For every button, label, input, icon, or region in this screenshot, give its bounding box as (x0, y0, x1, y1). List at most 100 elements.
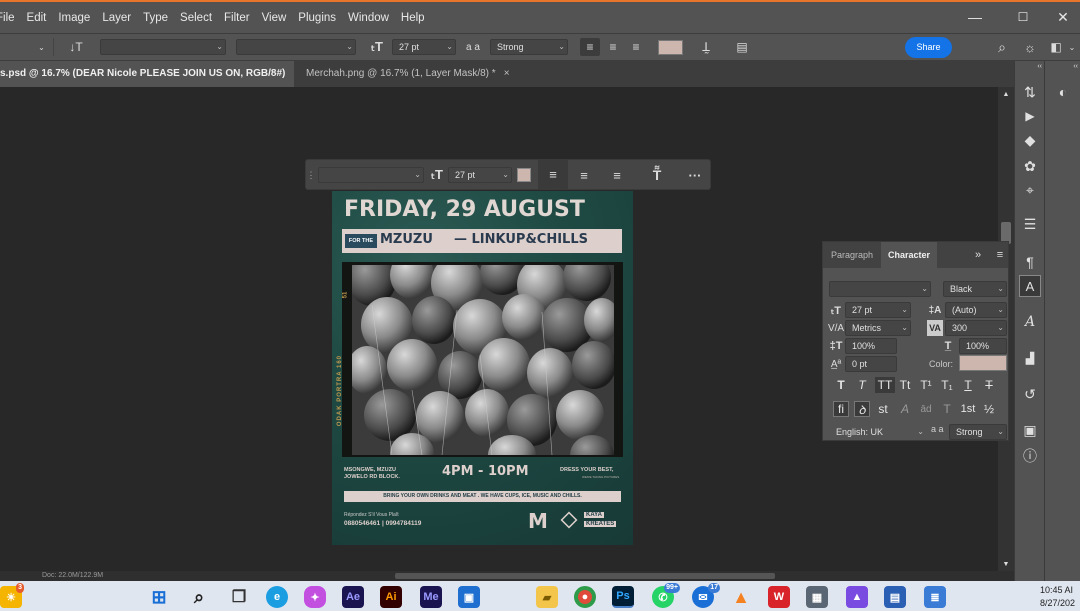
align-right-button[interactable]: ≡ (604, 165, 630, 185)
color-panel-icon[interactable]: ◐ (1045, 81, 1080, 103)
font-size-field[interactable]: 27 pt ⌄ (845, 302, 911, 318)
align-center-button[interactable]: ≡ (603, 38, 623, 56)
panel-menu-icon[interactable]: ≡ (993, 246, 1007, 264)
app-icon[interactable]: ▤ (884, 586, 906, 608)
adjust-icon[interactable]: ⇅ (1015, 81, 1045, 103)
stylistic-alternates-button[interactable]: ād (918, 401, 934, 417)
tab-character[interactable]: Character (881, 242, 937, 268)
more-options-icon[interactable]: ··· (684, 165, 706, 185)
menu-type[interactable]: Type (137, 3, 174, 33)
align-center-button[interactable]: ≡ (571, 165, 597, 185)
collapse-panels-icon[interactable]: ‹‹ (1045, 61, 1080, 71)
underline-button[interactable]: T (960, 377, 976, 393)
layers-icon[interactable]: ◆ (1015, 129, 1045, 151)
search-icon[interactable]: ⌕ (992, 38, 1012, 56)
baseline-shift-field[interactable]: 0 pt (845, 356, 897, 372)
navigator-icon[interactable]: ▣ (1015, 419, 1045, 441)
vertical-scale-field[interactable]: 100% (845, 338, 897, 354)
gallery-icon[interactable]: ▲ (846, 586, 868, 608)
info-icon[interactable]: ⓘ (1015, 445, 1045, 467)
color-swatch[interactable] (959, 355, 1007, 371)
font-size-dropdown[interactable]: 27 pt ⌄ (448, 167, 512, 183)
menu-filter[interactable]: Filter (218, 3, 256, 33)
menu-edit[interactable]: Edit (21, 3, 53, 33)
share-button[interactable]: Share (905, 37, 952, 58)
illustrator-icon[interactable]: Ai (380, 586, 402, 608)
warp-text-icon[interactable]: ꓕ̰ (696, 38, 716, 56)
font-size-dropdown[interactable]: 27 pt ⌄ (392, 39, 456, 55)
menu-layer[interactable]: Layer (96, 3, 137, 33)
tool-presets-icon[interactable]: ▟ (1015, 347, 1045, 369)
menu-file[interactable]: File (0, 3, 21, 33)
tab-active-document[interactable]: s.psd @ 16.7% (DEAR Nicole PLEASE JOIN U… (0, 61, 294, 105)
calculator-icon[interactable]: ▦ (806, 586, 828, 608)
history-icon[interactable]: ↺ (1015, 383, 1045, 405)
small-caps-button[interactable]: Tt (897, 377, 913, 393)
ligatures-button[interactable]: fi (833, 401, 849, 417)
discretionary-ligatures-button[interactable]: st (875, 401, 891, 417)
font-style-dropdown[interactable]: Black ⌄ (943, 281, 1007, 297)
anti-alias-dropdown[interactable]: Strong ⌄ (949, 424, 1007, 440)
tab-merchah-document[interactable]: Merchah.png @ 16.7% (1, Layer Mask/8) * × (302, 61, 522, 87)
font-style-dropdown[interactable]: ⌄ (236, 39, 356, 55)
horizontal-scrollbar[interactable]: Doc: 22.0M/122.9M (0, 571, 1014, 581)
tracking-field[interactable]: 300 ⌄ (945, 320, 1007, 336)
text-orientation-icon[interactable]: ↓T (66, 38, 86, 56)
scroll-up-arrow-icon[interactable]: ▲ (998, 87, 1014, 101)
workspace-icon[interactable]: ◧ (1046, 38, 1066, 56)
align-left-button[interactable]: ≡ (538, 160, 568, 189)
horizontal-scale-field[interactable]: 100% (959, 338, 1007, 354)
titling-alternates-button[interactable]: T (939, 401, 955, 417)
poster-artwork[interactable]: FRIDAY, 29 AUGUST FOR THE MZUZU — LINKUP… (332, 191, 633, 545)
font-family-dropdown[interactable]: ⌄ (100, 39, 226, 55)
expand-panel-icon[interactable]: » (971, 246, 985, 264)
clock-time[interactable]: 10:45 AI (1040, 585, 1073, 595)
all-caps-button[interactable]: TT (875, 377, 895, 393)
fractions-button[interactable]: ½ (981, 401, 997, 417)
play-actions-icon[interactable]: ▶ (1015, 105, 1045, 127)
chrome-icon[interactable]: ● (574, 586, 596, 608)
text-color-swatch[interactable] (517, 168, 531, 182)
old-style-button[interactable]: ꝺ (854, 401, 870, 417)
weather-widget-icon[interactable]: ☀ 3 (0, 583, 24, 608)
font-family-dropdown[interactable]: ⌄ (829, 281, 931, 297)
after-effects-icon[interactable]: Ae (342, 586, 364, 608)
close-window-button[interactable]: ✕ (1040, 2, 1080, 32)
minimize-button[interactable]: — (952, 2, 998, 32)
task-view-icon[interactable]: ❐ (228, 586, 250, 608)
kerning-field[interactable]: Metrics ⌄ (845, 320, 911, 336)
messenger-icon[interactable]: ✉ 17 (692, 583, 720, 608)
menu-image[interactable]: Image (52, 3, 96, 33)
close-tab-icon[interactable]: × (504, 68, 510, 79)
edge-browser-icon[interactable]: e (266, 586, 288, 608)
strikethrough-button[interactable]: T (981, 377, 997, 393)
properties-icon[interactable]: ☰ (1015, 213, 1045, 235)
photos-app-icon[interactable]: ▣ (458, 586, 480, 608)
faux-italic-button[interactable]: T (854, 377, 870, 393)
notepad-icon[interactable]: ≣ (924, 586, 946, 608)
file-explorer-icon[interactable]: ▰ (536, 586, 558, 608)
text-options-icon[interactable]: T͌ (646, 165, 668, 185)
align-left-button[interactable]: ≡ (580, 38, 600, 56)
tab-paragraph[interactable]: Paragraph (823, 242, 881, 268)
search-icon[interactable]: ⌕ (188, 586, 210, 608)
discover-lightbulb-icon[interactable]: ☼ (1020, 38, 1040, 56)
glyphs-icon[interactable]: A (1015, 311, 1045, 333)
wps-office-icon[interactable]: W (768, 586, 790, 608)
collapse-panels-icon[interactable]: ‹‹ (1015, 61, 1045, 71)
clock-date[interactable]: 8/27/202 (1040, 598, 1075, 608)
language-dropdown[interactable]: English: UK ⌄ (829, 424, 927, 440)
whatsapp-icon[interactable]: ✆ 99+ (652, 583, 680, 608)
channels-icon[interactable]: ✿ (1015, 155, 1045, 177)
scroll-thumb[interactable] (395, 573, 775, 579)
chevron-down-icon[interactable]: ⌄ (1066, 38, 1078, 56)
menu-window[interactable]: Window (342, 3, 395, 33)
media-encoder-icon[interactable]: Me (420, 586, 442, 608)
menu-select[interactable]: Select (174, 3, 218, 33)
character-icon[interactable]: A (1019, 275, 1041, 297)
menu-help[interactable]: Help (395, 3, 431, 33)
tool-preset-picker[interactable]: ⌄ (0, 38, 54, 56)
menu-view[interactable]: View (256, 3, 293, 33)
menu-plugins[interactable]: Plugins (292, 3, 342, 33)
start-button-icon[interactable]: ⊞ (148, 586, 170, 608)
